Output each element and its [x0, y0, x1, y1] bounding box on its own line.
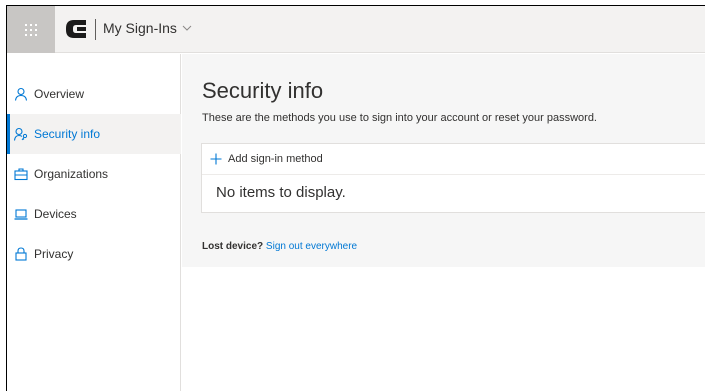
- app-title-dropdown[interactable]: My Sign-Ins: [103, 20, 193, 36]
- add-sign-in-method-button[interactable]: Add sign-in method: [202, 144, 705, 175]
- sidebar-item-organizations[interactable]: Organizations: [7, 154, 181, 194]
- sidebar-item-label: Privacy: [34, 247, 74, 261]
- sidebar-item-label: Security info: [34, 127, 101, 141]
- page-description: These are the methods you use to sign in…: [202, 112, 597, 124]
- top-bar: My Sign-Ins: [7, 6, 705, 53]
- security-info-icon: [14, 127, 28, 141]
- lost-device-row: Lost device? Sign out everywhere: [202, 241, 357, 252]
- header-divider: [95, 19, 96, 40]
- company-logo-icon: [66, 20, 86, 38]
- lost-device-label: Lost device?: [202, 241, 264, 252]
- sidebar-item-security-info[interactable]: Security info: [7, 114, 181, 154]
- waffle-icon: [25, 23, 37, 36]
- chevron-down-icon: [182, 25, 192, 31]
- main-content: Security info These are the methods you …: [182, 54, 705, 267]
- laptop-icon: [14, 209, 28, 220]
- person-icon: [14, 87, 28, 101]
- add-sign-in-method-label: Add sign-in method: [228, 153, 323, 165]
- sidebar-item-label: Devices: [34, 207, 77, 221]
- sidebar-item-label: Overview: [34, 87, 85, 101]
- sign-out-everywhere-link[interactable]: Sign out everywhere: [266, 241, 357, 252]
- page-title: Security info: [202, 78, 324, 103]
- sidebar-item-devices[interactable]: Devices: [7, 194, 181, 234]
- sidebar-item-overview[interactable]: Overview: [7, 74, 181, 114]
- sidebar-item-label: Organizations: [34, 167, 109, 181]
- app-launcher-button[interactable]: [7, 6, 55, 53]
- lock-icon: [15, 247, 27, 261]
- methods-card: Add sign-in method No items to display.: [201, 143, 705, 213]
- empty-state-text: No items to display.: [216, 184, 346, 201]
- sidebar-item-privacy[interactable]: Privacy: [7, 234, 181, 274]
- briefcase-icon: [14, 168, 28, 181]
- app-window: My Sign-Ins Overview Security info Organ…: [6, 5, 705, 391]
- plus-icon: [210, 153, 222, 165]
- app-title: My Sign-Ins: [103, 20, 177, 36]
- sidebar: Overview Security info Organizations Dev…: [7, 54, 181, 391]
